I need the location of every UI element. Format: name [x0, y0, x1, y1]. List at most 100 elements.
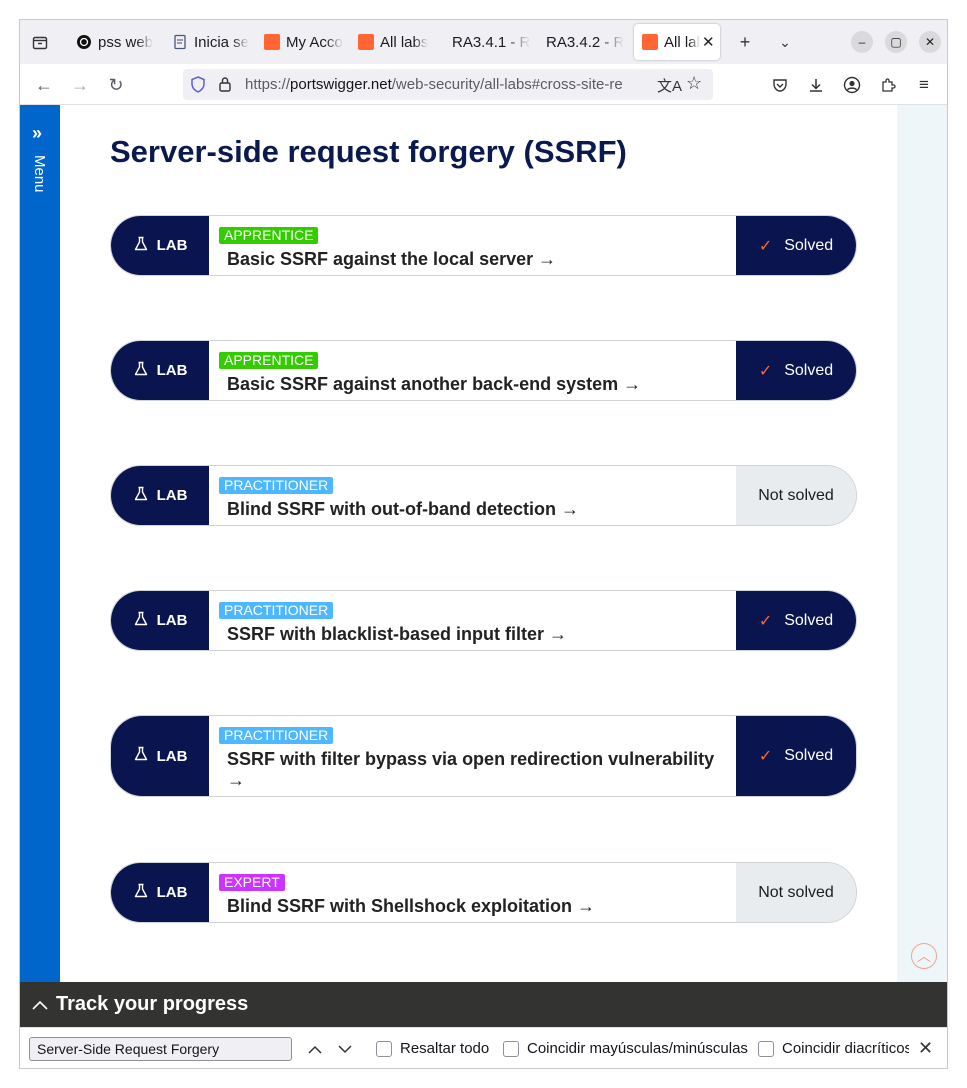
- extensions-icon[interactable]: [875, 72, 901, 98]
- tab-title: All lab: [664, 33, 700, 51]
- lab-status-label: Not solved: [758, 883, 834, 901]
- shield-icon[interactable]: [190, 76, 206, 98]
- match-case-label: Coincidir mayúsculas/minúsculas: [527, 1040, 748, 1057]
- lab-status-label: Not solved: [758, 486, 834, 504]
- close-window-icon[interactable]: ✕: [919, 31, 941, 53]
- lab-badge: LAB: [111, 591, 209, 650]
- tab[interactable]: RA3.4.2 - R: [538, 24, 630, 60]
- find-next-icon[interactable]: [334, 1038, 356, 1060]
- lab-badge-label: LAB: [156, 237, 188, 254]
- find-previous-icon[interactable]: [304, 1038, 326, 1060]
- scroll-to-top-icon[interactable]: ︿: [911, 943, 937, 969]
- tab[interactable]: RA3.4.1 - R: [444, 24, 536, 60]
- lab-card[interactable]: LAB PRACTITIONER Blind SSRF with out-of-ba…: [110, 465, 857, 526]
- url-host: portswigger.net: [290, 76, 392, 93]
- portswigger-icon: [264, 34, 280, 50]
- lab-title-link[interactable]: Blind SSRF with out-of-band detection →: [227, 499, 727, 520]
- url-bar[interactable]: https://portswigger.net/web-security/all…: [183, 69, 713, 100]
- find-bar: Resaltar todo Coincidir mayúsculas/minús…: [20, 1027, 947, 1068]
- new-tab-icon[interactable]: +: [733, 30, 757, 54]
- lab-status-label: Solved: [784, 236, 834, 254]
- level-badge: PRACTITIONER: [219, 727, 334, 744]
- lab-badge: LAB: [111, 863, 209, 922]
- lab-status: ✓ Solved: [736, 341, 856, 400]
- hamburger-menu-icon[interactable]: ≡: [911, 72, 937, 98]
- check-icon: ✓: [758, 362, 773, 380]
- document-icon: [172, 34, 188, 50]
- match-case-checkbox[interactable]: [503, 1040, 519, 1057]
- track-progress-label: Track your progress: [56, 993, 249, 1015]
- level-badge: APPRENTICE: [219, 352, 319, 369]
- highlight-all-option[interactable]: Resaltar todo: [376, 1040, 489, 1057]
- lab-badge-label: LAB: [156, 487, 188, 504]
- menu-label[interactable]: Menu: [31, 155, 48, 193]
- track-progress-bar[interactable]: Track your progress: [20, 982, 947, 1027]
- lab-title-link[interactable]: SSRF with filter bypass via open redirec…: [227, 749, 727, 791]
- flask-icon: [133, 361, 157, 381]
- chatgpt-icon: [76, 34, 92, 50]
- reload-icon[interactable]: ↻: [103, 72, 129, 98]
- side-menu[interactable]: » Menu: [20, 105, 60, 982]
- close-find-bar-icon[interactable]: ✕: [918, 1038, 933, 1059]
- lab-status: ✓ Solved: [736, 216, 856, 275]
- right-strip: [897, 105, 947, 982]
- bookmark-star-icon[interactable]: ☆: [686, 73, 702, 94]
- flask-icon: [133, 611, 157, 631]
- translate-icon[interactable]: 文A: [657, 75, 682, 96]
- browser-window: pss web Inicia se My Acco All labs RA3.4…: [19, 19, 948, 1069]
- lab-title-link[interactable]: Basic SSRF against another back-end syst…: [227, 374, 727, 395]
- lab-badge-label: LAB: [156, 362, 188, 379]
- level-badge: EXPERT: [219, 874, 285, 891]
- minimize-icon[interactable]: –: [851, 31, 873, 53]
- page-title: Server-side request forgery (SSRF): [110, 134, 627, 169]
- lab-status-label: Solved: [784, 747, 834, 764]
- flask-icon: [133, 883, 157, 903]
- lab-badge-label: LAB: [156, 612, 188, 629]
- highlight-all-checkbox[interactable]: [376, 1040, 392, 1057]
- back-icon[interactable]: ←: [31, 72, 57, 98]
- match-case-option[interactable]: Coincidir mayúsculas/minúsculas: [503, 1040, 748, 1057]
- tab[interactable]: Inicia se: [164, 24, 256, 60]
- chevron-down-icon[interactable]: ⌄: [773, 30, 797, 54]
- lab-card[interactable]: LAB PRACTITIONER SSRF with blacklist-based…: [110, 590, 857, 651]
- lab-status: ✓ Solved: [736, 716, 856, 796]
- match-diacritics-option[interactable]: Coincidir diacríticos: [758, 1040, 909, 1057]
- flask-icon: [133, 236, 157, 256]
- tab-active[interactable]: All lab ✕: [634, 24, 720, 60]
- url-text[interactable]: https://portswigger.net/web-security/all…: [245, 76, 655, 93]
- download-icon[interactable]: [803, 72, 829, 98]
- chevron-up-icon[interactable]: [32, 997, 48, 1013]
- tab-title: RA3.4.2 - R: [546, 33, 625, 51]
- account-icon[interactable]: [839, 72, 865, 98]
- match-diacritics-checkbox[interactable]: [758, 1040, 774, 1057]
- lab-card[interactable]: LAB EXPERT Blind SSRF with Shellshock expl…: [110, 862, 857, 923]
- lab-title-link[interactable]: Blind SSRF with Shellshock exploitation …: [227, 896, 727, 917]
- check-icon: ✓: [758, 748, 773, 765]
- tab-title: pss web: [98, 33, 154, 51]
- lab-badge: LAB: [111, 716, 209, 796]
- lab-card[interactable]: LAB APPRENTICE Basic SSRF against the loca…: [110, 215, 857, 276]
- lab-badge-label: LAB: [156, 884, 188, 901]
- nav-bar: ← → ↻ https://portswigger.net/web-securi…: [20, 64, 947, 105]
- lab-title-link[interactable]: Basic SSRF against the local server →: [227, 249, 727, 270]
- find-input[interactable]: [29, 1037, 292, 1061]
- lab-status: ✓ Solved: [736, 591, 856, 650]
- tab[interactable]: pss web: [68, 24, 160, 60]
- forward-icon[interactable]: →: [67, 72, 93, 98]
- lock-icon[interactable]: [218, 76, 232, 97]
- lab-title-link[interactable]: SSRF with blacklist-based input filter →: [227, 624, 727, 645]
- tab-title: RA3.4.1 - R: [452, 33, 531, 51]
- tab[interactable]: My Acco: [256, 24, 348, 60]
- double-chevron-right-icon[interactable]: »: [32, 123, 42, 144]
- tab-title: My Acco: [286, 33, 343, 51]
- level-badge: APPRENTICE: [219, 227, 319, 244]
- close-tab-icon[interactable]: ✕: [702, 33, 715, 51]
- lab-card[interactable]: LAB PRACTITIONER SSRF with filter bypass v…: [110, 715, 857, 797]
- lab-status-label: Solved: [784, 611, 834, 629]
- pocket-icon[interactable]: [767, 72, 793, 98]
- lab-card[interactable]: LAB APPRENTICE Basic SSRF against another …: [110, 340, 857, 401]
- match-diacritics-label: Coincidir diacríticos: [782, 1040, 909, 1057]
- tab[interactable]: All labs: [350, 24, 442, 60]
- tab-list-icon[interactable]: [28, 30, 52, 54]
- maximize-icon[interactable]: ▢: [885, 31, 907, 53]
